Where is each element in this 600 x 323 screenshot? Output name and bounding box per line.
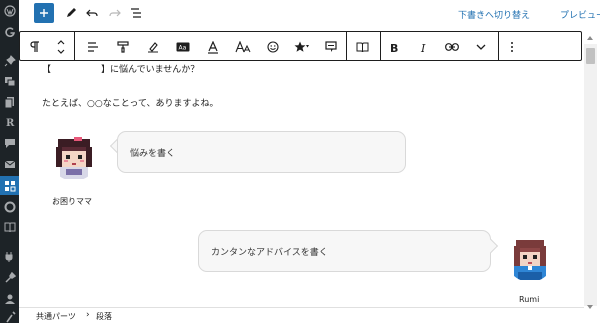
intro-question-text: 】に悩んでいませんか？ [101, 65, 200, 75]
tools-icon[interactable] [3, 271, 16, 284]
pilcrow-icon [30, 41, 39, 52]
plugins-icon[interactable] [3, 250, 16, 263]
breadcrumb-item-shared-parts[interactable]: 共通パーツ [36, 311, 76, 322]
font-size-icon [235, 41, 251, 53]
balloon-text-left: 悩みを書く [130, 148, 176, 159]
speaker-avatar-right [506, 234, 554, 282]
breadcrumb-item-paragraph[interactable]: 段落 [96, 311, 112, 322]
balloon-block-button[interactable] [322, 37, 340, 57]
speech-balloon-right[interactable]: カンタンなアドバイスを書く [198, 230, 491, 272]
speech-balloon-left[interactable]: 悩みを書く [117, 131, 406, 173]
highlight-button[interactable] [144, 37, 162, 57]
emoji-button[interactable] [264, 37, 282, 57]
reusable-block-button[interactable] [353, 37, 371, 57]
preview-link[interactable]: プレビュー [560, 8, 600, 21]
book-icon[interactable] [3, 220, 16, 233]
move-up-down-icon [57, 40, 65, 54]
editor-scrollbar-thumb[interactable] [586, 48, 595, 64]
plus-icon [40, 9, 48, 17]
appearance-icon[interactable] [3, 200, 16, 213]
link-icon [445, 43, 459, 51]
smiley-icon [267, 41, 279, 53]
scroll-down-arrow-icon[interactable] [587, 305, 593, 309]
svg-text:I: I [420, 42, 426, 53]
vertical-ellipsis-icon [511, 42, 513, 52]
undo-icon [86, 9, 98, 17]
undo-button[interactable] [84, 5, 100, 21]
italic-button[interactable]: I [416, 37, 432, 57]
redo-button[interactable] [107, 5, 123, 21]
speaker-name-right: Rumi [519, 295, 540, 304]
block-options-button[interactable] [505, 37, 519, 57]
bold-icon: B [390, 42, 398, 53]
block-breadcrumb: 共通パーツ › 段落 [19, 307, 584, 323]
svg-text:Aa: Aa [179, 45, 187, 52]
media-icon[interactable] [3, 74, 16, 87]
align-button[interactable] [84, 37, 102, 57]
toolbar-divider [346, 32, 347, 60]
font-size-box-button[interactable]: Aa [174, 37, 192, 57]
move-block-buttons[interactable] [54, 37, 68, 57]
more-formats-button[interactable] [473, 37, 489, 57]
editor-scrollbar-track[interactable] [584, 44, 597, 306]
bold-button[interactable]: B [386, 37, 402, 57]
star-icon [294, 41, 309, 52]
block-toolbar: Aa B I [19, 31, 582, 61]
wordpress-logo-icon[interactable] [3, 4, 16, 17]
star-rating-button[interactable] [292, 37, 312, 57]
aa-box-icon: Aa [176, 42, 190, 52]
comments-icon[interactable] [3, 136, 16, 149]
pixel-mom-avatar-icon [50, 133, 98, 181]
blocks-icon[interactable] [3, 179, 16, 192]
redo-icon [109, 9, 121, 17]
balloon-text-right: カンタンなアドバイスを書く [211, 247, 328, 258]
svg-text:B: B [390, 42, 398, 53]
italic-icon: I [420, 42, 426, 53]
scroll-up-arrow-icon[interactable] [587, 36, 593, 40]
highlighter-icon [148, 42, 158, 53]
settings-icon[interactable] [3, 310, 16, 323]
link-button[interactable] [443, 37, 461, 57]
intro-paragraph[interactable]: 【 】に悩んでいませんか？ [42, 62, 199, 75]
pin-icon[interactable] [3, 54, 16, 67]
format-brush-button[interactable] [114, 37, 132, 57]
switch-to-draft-link[interactable]: 下書きへ切り替え [458, 8, 530, 21]
pages-icon[interactable] [3, 95, 16, 108]
open-bracket: 【 [42, 65, 52, 75]
mail-icon[interactable] [3, 157, 16, 170]
chevron-down-icon [476, 44, 486, 50]
list-view-icon [131, 8, 141, 18]
pixel-rumi-avatar-icon [506, 234, 554, 282]
font-size-button[interactable] [233, 37, 253, 57]
open-book-icon [356, 42, 368, 52]
users-icon[interactable] [3, 292, 16, 305]
editor-top-bar: 下書きへ切り替え プレビュー [19, 0, 600, 28]
r-plugin-icon[interactable]: R [3, 115, 16, 128]
toolbar-divider [380, 32, 381, 60]
align-left-icon [88, 42, 98, 52]
document-overview-button[interactable] [128, 5, 144, 21]
speaker-name-left: お困りママ [52, 197, 92, 206]
breadcrumb-separator: › [86, 310, 90, 320]
paragraph-block-button[interactable] [26, 37, 44, 57]
pencil-icon [67, 8, 76, 17]
g-logo-icon[interactable] [3, 25, 16, 38]
toolbar-divider [498, 32, 499, 60]
pencil-tool-button[interactable] [63, 5, 79, 21]
paint-roller-icon [117, 41, 129, 53]
text-color-icon [208, 40, 218, 54]
text-color-button[interactable] [204, 37, 222, 57]
toolbar-divider [74, 32, 75, 60]
example-paragraph[interactable]: たとえば、○○なことって、ありますよね。 [42, 96, 219, 109]
speech-box-icon [325, 41, 337, 52]
speaker-avatar-left [50, 133, 98, 181]
admin-sidebar: R [0, 0, 19, 323]
add-block-button[interactable] [34, 3, 54, 23]
svg-text:R: R [6, 118, 15, 128]
